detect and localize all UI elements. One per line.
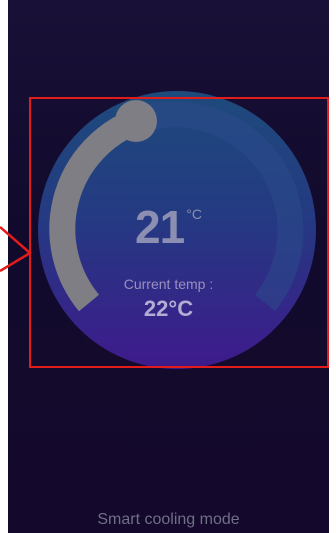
highlight-box: [29, 97, 329, 368]
right-edge: [329, 0, 336, 533]
mode-label: Smart cooling mode: [97, 511, 240, 528]
pointer-arrow-icon: [0, 226, 33, 273]
